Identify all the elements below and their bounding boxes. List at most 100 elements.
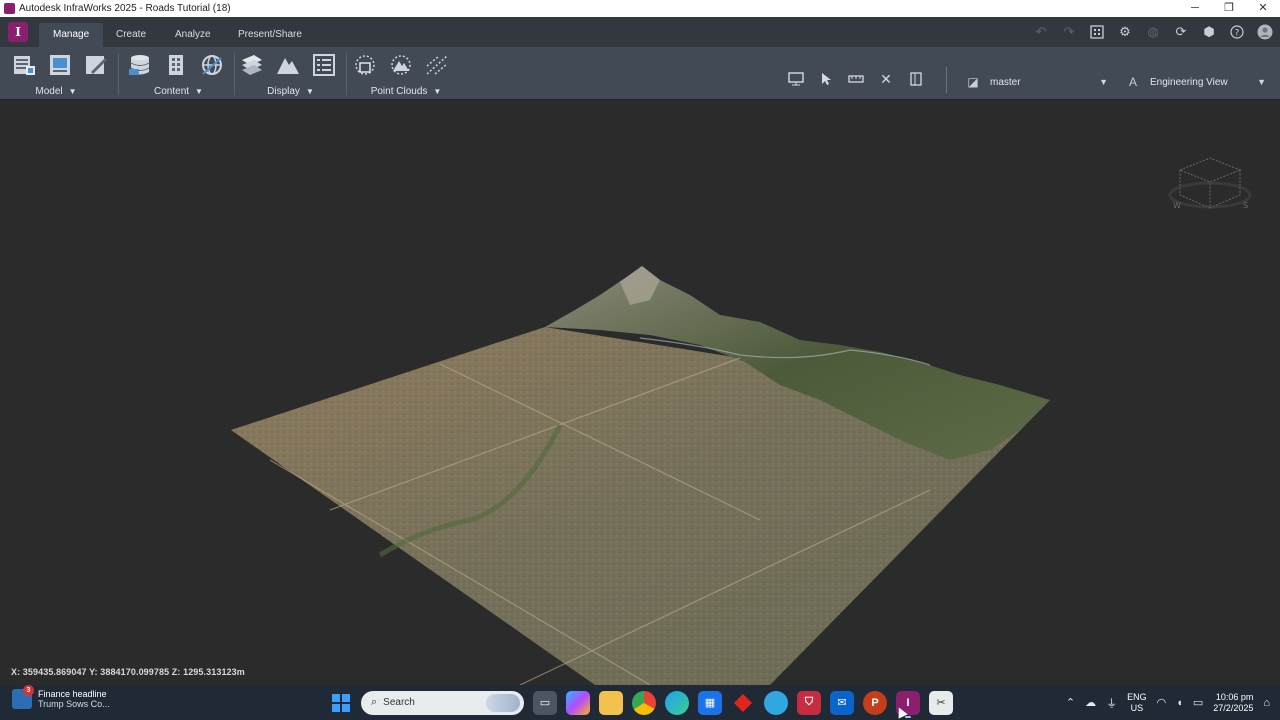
web-browser-icon[interactable] bbox=[764, 690, 788, 715]
select-pointer-icon[interactable] bbox=[816, 69, 836, 89]
point-clouds-group: Point Clouds ▼ bbox=[351, 51, 461, 99]
display-group: Display ▼ bbox=[238, 51, 343, 99]
quick-access-toolbar: ↶ ↷ ⚙ ◍ ⟳ ⬢ ? bbox=[1032, 21, 1274, 43]
model-settings-icon[interactable] bbox=[46, 51, 74, 79]
terrain-icon[interactable] bbox=[274, 51, 302, 79]
file-explorer-icon[interactable] bbox=[599, 690, 623, 715]
onedrive-cloud-icon[interactable]: ☁ bbox=[1085, 696, 1096, 709]
window-controls: ─ ❐ ✕ bbox=[1178, 0, 1280, 17]
proposal-name: master bbox=[990, 76, 1021, 88]
display-frame-icon[interactable] bbox=[786, 69, 806, 89]
tools-wrench-icon[interactable]: ✕ bbox=[876, 69, 896, 89]
search-icon: ⌕ bbox=[371, 696, 378, 708]
content-group-label[interactable]: Content bbox=[154, 86, 189, 97]
microsoft-store-icon[interactable]: ▦ bbox=[698, 690, 722, 715]
point-clouds-dropdown-chevron-icon[interactable]: ▼ bbox=[433, 87, 441, 96]
data-sources-icon[interactable] bbox=[126, 51, 154, 79]
compass-south-label: S bbox=[1243, 201, 1248, 210]
application-menu-button[interactable]: I bbox=[8, 22, 28, 42]
model-explorer-icon[interactable] bbox=[10, 51, 38, 79]
redo-icon[interactable]: ↷ bbox=[1060, 21, 1078, 43]
user-account-icon[interactable] bbox=[1256, 21, 1274, 43]
display-dropdown-chevron-icon[interactable]: ▼ bbox=[306, 87, 314, 96]
security-shield-icon[interactable]: ⛉ bbox=[797, 690, 821, 715]
ribbon-divider bbox=[346, 53, 347, 95]
point-cloud-terrain-icon[interactable] bbox=[387, 51, 415, 79]
measure-ruler-icon[interactable] bbox=[846, 69, 866, 89]
help-icon[interactable]: ? bbox=[1228, 21, 1246, 43]
layers-icon[interactable] bbox=[238, 51, 266, 79]
display-group-label[interactable]: Display bbox=[267, 86, 300, 97]
proposal-dropdown[interactable]: ◪ master ▼ bbox=[966, 71, 1110, 93]
grid-view-icon[interactable] bbox=[1088, 21, 1106, 43]
tab-present-share[interactable]: Present/Share bbox=[224, 23, 316, 47]
input-language[interactable]: ENG US bbox=[1127, 692, 1147, 714]
model-group-label[interactable]: Model bbox=[35, 86, 62, 97]
tab-create[interactable]: Create bbox=[102, 23, 160, 47]
point-cloud-modeling-icon[interactable] bbox=[423, 51, 451, 79]
view-dropdown[interactable]: A Engineering View ▼ bbox=[1126, 71, 1268, 93]
news-icon: 3 bbox=[12, 685, 34, 709]
search-highlight-image bbox=[486, 693, 520, 712]
minimize-button[interactable]: ─ bbox=[1178, 0, 1212, 17]
model-dropdown-chevron-icon[interactable]: ▼ bbox=[69, 87, 77, 96]
title-bar: Autodesk InfraWorks 2025 - Roads Tutoria… bbox=[0, 0, 1280, 17]
chrome-icon[interactable] bbox=[632, 690, 656, 715]
view-tools: ✕ bbox=[786, 69, 926, 89]
region-code: US bbox=[1130, 702, 1144, 713]
extensions-icon[interactable]: ⬢ bbox=[1200, 21, 1218, 43]
proposal-chevron-down-icon: ▼ bbox=[1099, 77, 1108, 87]
battery-icon[interactable]: ▭ bbox=[1193, 696, 1203, 709]
notification-bell-icon[interactable]: ⌂ bbox=[1263, 697, 1270, 709]
model-properties-icon[interactable] bbox=[82, 51, 110, 79]
volume-icon[interactable]: ◖ bbox=[1176, 697, 1183, 709]
edge-icon[interactable] bbox=[665, 690, 689, 715]
outlook-icon[interactable]: ✉ bbox=[830, 690, 854, 715]
powerpoint-icon[interactable]: P bbox=[863, 690, 887, 715]
settings-gear-icon[interactable]: ⚙ bbox=[1116, 21, 1134, 43]
building-icon[interactable] bbox=[162, 51, 190, 79]
tab-manage[interactable]: Manage bbox=[39, 23, 104, 47]
connect-internet-icon[interactable] bbox=[198, 51, 226, 79]
content-dropdown-chevron-icon[interactable]: ▼ bbox=[195, 87, 203, 96]
terrain-model bbox=[231, 266, 1050, 685]
clock[interactable]: 10:06 pm 27/2/2025 bbox=[1213, 692, 1253, 714]
start-windows-icon[interactable] bbox=[330, 692, 352, 714]
ribbon-tabs: I Manage Create Analyze Present/Share ↶ … bbox=[0, 17, 1280, 47]
search-placeholder: Search bbox=[383, 697, 415, 708]
wifi-icon[interactable]: ◠ bbox=[1157, 696, 1167, 709]
microphone-icon[interactable]: ⏚ bbox=[1106, 695, 1117, 711]
cursor-coordinates: X: 359435.869047 Y: 3884170.099785 Z: 12… bbox=[11, 667, 245, 677]
bookmark-panel-icon[interactable] bbox=[906, 69, 926, 89]
3d-viewport[interactable]: W S X: 359435.869047 Y: 3884170.099785 Z… bbox=[0, 100, 1280, 685]
tab-analyze[interactable]: Analyze bbox=[161, 23, 225, 47]
view-cube[interactable]: W S bbox=[1165, 140, 1255, 220]
system-tray: ⌃ ☁ ⏚ ENG US ◠ ◖ ▭ 10:06 pm 27/2/2025 ⌂ bbox=[1066, 689, 1270, 716]
ribbon-panel: Model ▼ Content ▼ Display ▼ Point Clouds… bbox=[0, 47, 1280, 100]
proposal-icon: ◪ bbox=[967, 75, 979, 89]
style-palette-icon[interactable] bbox=[310, 51, 338, 79]
news-widget[interactable]: 3 Finance headline Trump Sows Co... bbox=[12, 685, 110, 709]
autodesk-desktop-icon[interactable] bbox=[731, 691, 755, 715]
point-cloud-object-icon[interactable] bbox=[351, 51, 379, 79]
snipping-tool-icon[interactable]: ✂ bbox=[929, 690, 953, 715]
cloud-sync-icon[interactable]: ◍ bbox=[1144, 21, 1162, 43]
undo-icon[interactable]: ↶ bbox=[1032, 21, 1050, 43]
copilot-icon[interactable] bbox=[566, 690, 590, 715]
taskbar-apps: ⌕ Search ▭ ▦ ⛉ ✉ P I ✂ bbox=[330, 689, 953, 718]
chevron-up-icon[interactable]: ⌃ bbox=[1066, 696, 1075, 709]
taskbar-search[interactable]: ⌕ Search bbox=[361, 690, 524, 715]
news-title: Finance headline bbox=[38, 689, 107, 699]
toolbar-divider bbox=[946, 67, 947, 93]
compass-west-label: W bbox=[1173, 201, 1181, 210]
close-button[interactable]: ✕ bbox=[1246, 0, 1280, 17]
point-clouds-group-label[interactable]: Point Clouds bbox=[371, 86, 428, 97]
ribbon-divider bbox=[118, 53, 119, 95]
window-title: Autodesk InfraWorks 2025 - Roads Tutoria… bbox=[19, 3, 231, 14]
news-subtitle: Trump Sows Co... bbox=[38, 699, 110, 709]
view-name: Engineering View bbox=[1150, 76, 1228, 88]
restore-button[interactable]: ❐ bbox=[1212, 0, 1246, 17]
task-view-icon[interactable]: ▭ bbox=[533, 690, 557, 715]
refresh-icon[interactable]: ⟳ bbox=[1172, 21, 1190, 43]
infraworks-app-icon bbox=[4, 3, 15, 14]
